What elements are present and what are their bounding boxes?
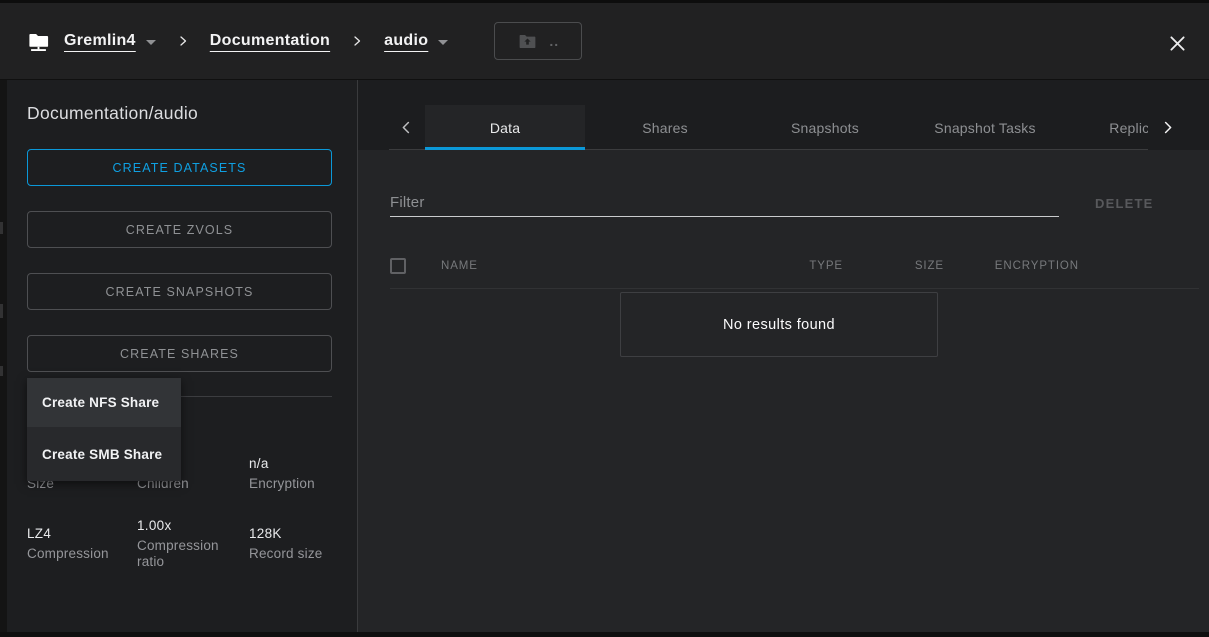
- folder-up-icon: [517, 31, 538, 52]
- page-behind-artifact: [0, 222, 3, 234]
- close-icon[interactable]: [1163, 29, 1191, 57]
- table-header-row: NAME TYPE SIZE ENCRYPTION: [390, 244, 1178, 288]
- stat-record-size: 128K Record size: [249, 523, 342, 562]
- tab-data-label: Data: [490, 120, 520, 136]
- stat-record-size-label: Record size: [249, 546, 342, 562]
- dataset-detail-panel: Data Shares Snapshots Snapshot Tasks Rep…: [357, 80, 1209, 632]
- page-behind-artifact: [0, 366, 3, 376]
- stat-compression-ratio: 1.00x Compression ratio: [137, 515, 249, 570]
- tabs-strip: Data Shares Snapshots Snapshot Tasks Rep…: [425, 105, 1156, 150]
- breadcrumb-audio[interactable]: audio: [384, 32, 448, 50]
- page-behind-artifact: [0, 304, 3, 318]
- tabs-scroll-left-button[interactable]: [391, 105, 421, 150]
- dataset-path-title: Documentation/audio: [27, 103, 198, 124]
- content-area: Documentation/audio CREATE DATASETS CREA…: [0, 80, 1209, 632]
- column-header-name: NAME: [441, 260, 733, 272]
- stat-compression-label: Compression: [27, 546, 137, 562]
- filter-input[interactable]: [390, 188, 1059, 217]
- stat-encryption-value: n/a: [249, 453, 342, 474]
- tab-snapshots[interactable]: Snapshots: [745, 105, 905, 150]
- column-header-type: TYPE: [733, 260, 843, 272]
- create-share-menu: Create NFS Share Create SMB Share: [27, 378, 181, 481]
- active-tab-underline: [425, 147, 585, 150]
- tab-snapshot-tasks[interactable]: Snapshot Tasks: [905, 105, 1065, 150]
- chevron-right-icon: [351, 34, 363, 48]
- empty-results-message: No results found: [723, 317, 835, 333]
- stat-encryption: n/a Encryption: [249, 453, 342, 492]
- pool-link[interactable]: Gremlin4: [64, 32, 136, 50]
- menu-item-create-nfs-share[interactable]: Create NFS Share: [27, 378, 181, 427]
- stat-compression-ratio-label: Compression ratio: [137, 538, 249, 570]
- stat-compression: LZ4 Compression: [27, 523, 137, 562]
- audio-link[interactable]: audio: [384, 32, 428, 50]
- page-behind-edge: [0, 80, 7, 632]
- tabs-scroll-right-button[interactable]: [1148, 105, 1186, 150]
- stat-compression-ratio-value: 1.00x: [137, 515, 249, 536]
- select-all-checkbox[interactable]: [390, 258, 406, 274]
- breadcrumb-pool[interactable]: Gremlin4: [64, 32, 156, 50]
- column-header-size: SIZE: [843, 260, 944, 272]
- dataset-stats-row-2: LZ4 Compression 1.00x Compression ratio …: [27, 512, 342, 572]
- empty-results-box: No results found: [620, 292, 938, 357]
- table-header-rule: [390, 288, 1199, 289]
- tab-snapshot-tasks-label: Snapshot Tasks: [934, 120, 1035, 136]
- go-to-parent-button[interactable]: ..: [494, 22, 582, 60]
- tab-shares-label: Shares: [642, 120, 688, 136]
- chevron-right-icon: [177, 34, 189, 48]
- updir-label: ..: [549, 33, 559, 49]
- stat-compression-value: LZ4: [27, 523, 137, 544]
- create-snapshots-button[interactable]: CREATE SNAPSHOTS: [27, 273, 332, 310]
- menu-item-create-smb-share[interactable]: Create SMB Share: [27, 427, 181, 481]
- caret-down-icon[interactable]: [146, 40, 156, 45]
- tabs-viewport: Data Shares Snapshots Snapshot Tasks Rep…: [425, 105, 1156, 150]
- tab-bar: Data Shares Snapshots Snapshot Tasks Rep…: [358, 80, 1209, 150]
- stat-record-size-value: 128K: [249, 523, 342, 544]
- top-bar: Gremlin4 Documentation audio ..: [0, 0, 1209, 80]
- caret-down-icon[interactable]: [438, 40, 448, 45]
- delete-button[interactable]: DELETE: [1095, 196, 1153, 211]
- tab-shares[interactable]: Shares: [585, 105, 745, 150]
- create-datasets-button[interactable]: CREATE DATASETS: [27, 149, 332, 186]
- create-zvols-button[interactable]: CREATE ZVOLS: [27, 211, 332, 248]
- column-header-encryption: ENCRYPTION: [944, 260, 1079, 272]
- tab-data[interactable]: Data: [425, 105, 585, 150]
- tab-replication[interactable]: Replication: [1065, 105, 1156, 150]
- tab-snapshots-label: Snapshots: [791, 120, 859, 136]
- breadcrumb-documentation[interactable]: Documentation: [210, 32, 330, 50]
- dataset-details-sidebar: Documentation/audio CREATE DATASETS CREA…: [7, 80, 357, 632]
- create-shares-button[interactable]: CREATE SHARES: [27, 335, 332, 372]
- stat-encryption-label: Encryption: [249, 476, 342, 492]
- nas-storage-icon: [27, 30, 50, 53]
